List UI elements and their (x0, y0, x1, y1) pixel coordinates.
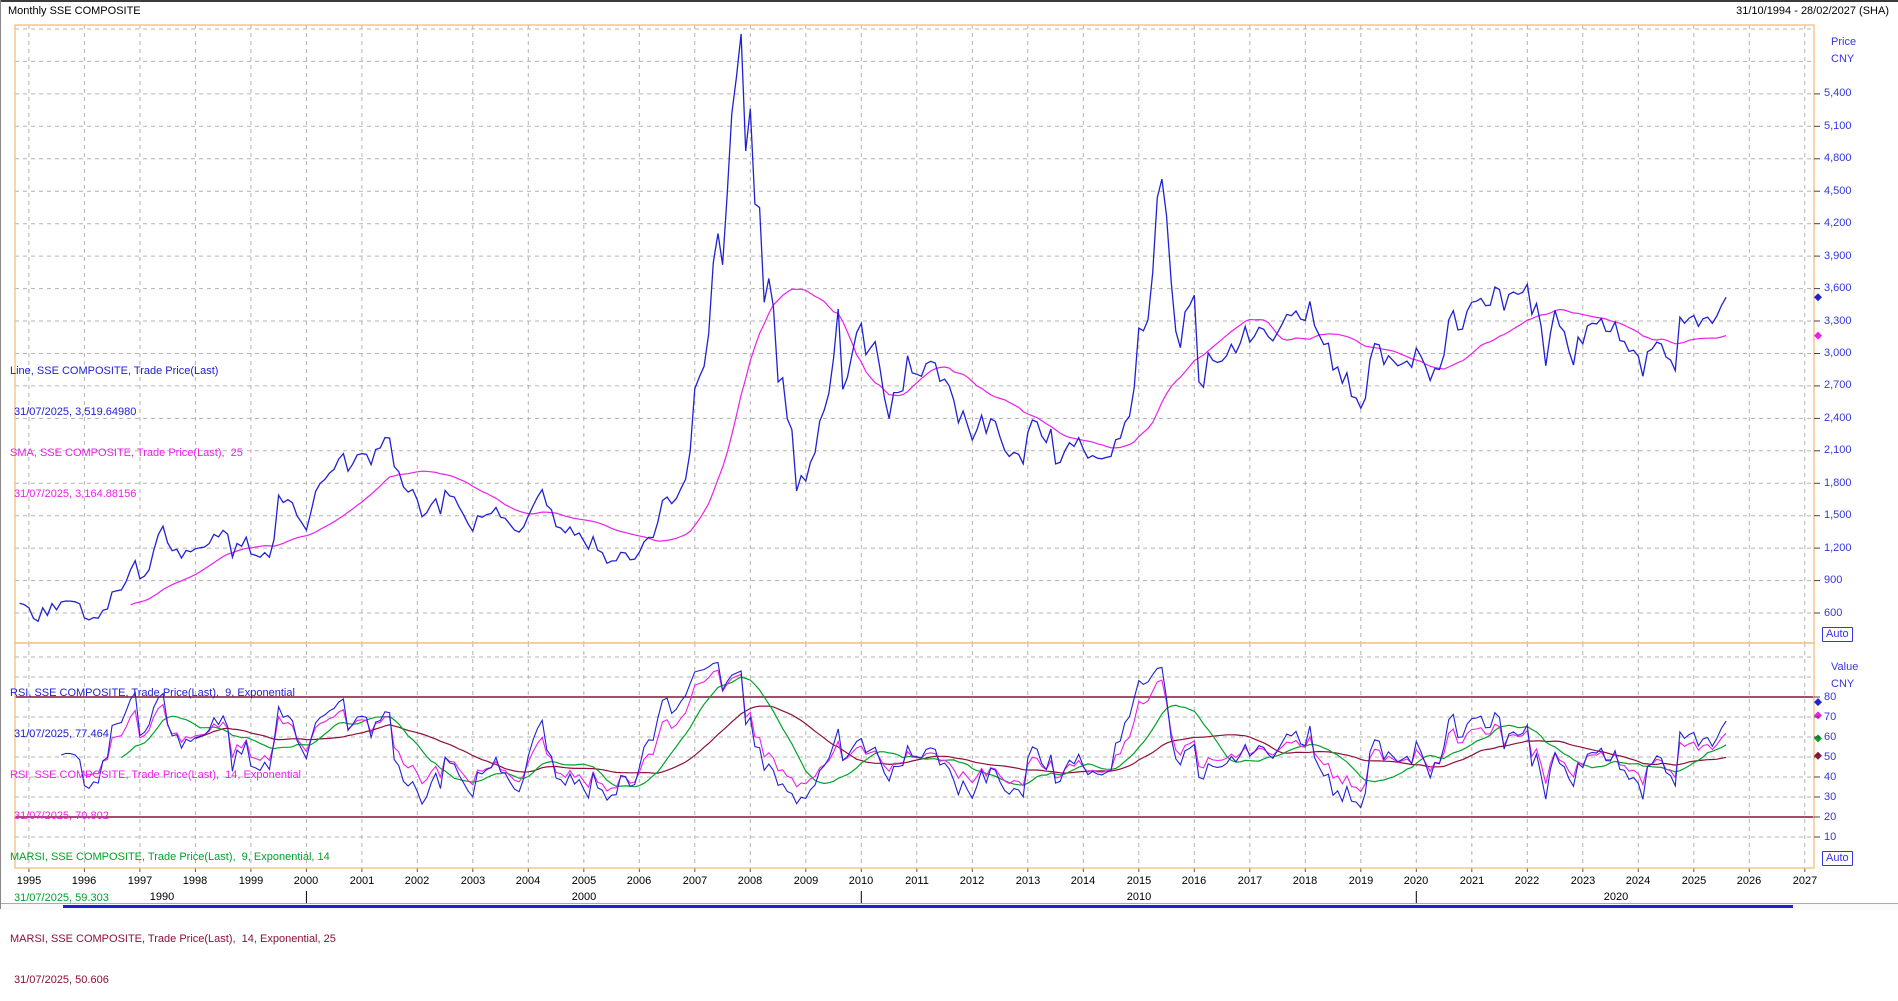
price-axis-auto-button[interactable]: Auto (1822, 627, 1853, 642)
x-axis-year-label: 2012 (960, 875, 984, 887)
marsi14-legend-value: 31/07/2025, 50.606 (10, 972, 336, 989)
x-axis-year-label: 2025 (1682, 875, 1706, 887)
rsi9-legend-name: RSI, SSE COMPOSITE, Trade Price(Last), 9… (10, 685, 336, 702)
x-axis-year-label: 2019 (1349, 875, 1373, 887)
x-axis-year-label: 2013 (1016, 875, 1040, 887)
x-axis-decade-label: 2010 (1127, 891, 1151, 903)
date-range-label: 31/10/1994 - 28/02/2027 (SHA) (1736, 5, 1889, 17)
marsi14-legend-name: MARSI, SSE COMPOSITE, Trade Price(Last),… (10, 931, 336, 948)
price-axis-tick-label: 3,300 (1824, 315, 1852, 328)
x-axis-decade-label: 2020 (1604, 891, 1628, 903)
price-legend-line-value: 31/07/2025, 3,519.64980 (10, 404, 243, 421)
price-axis-tick-label: 3,000 (1824, 347, 1852, 360)
x-axis-year-label: 2024 (1626, 875, 1650, 887)
price-legend: Line, SSE COMPOSITE, Trade Price(Last) 3… (10, 339, 243, 515)
price-legend-line-name: Line, SSE COMPOSITE, Trade Price(Last) (10, 363, 243, 380)
x-axis-year-label: 2017 (1238, 875, 1262, 887)
x-axis-year-label: 2020 (1404, 875, 1428, 887)
chart-title: Monthly SSE COMPOSITE (8, 5, 141, 17)
x-axis-year-label: 2016 (1182, 875, 1206, 887)
x-axis-year-label: 2023 (1571, 875, 1595, 887)
price-axis-tick-label: 1,500 (1824, 509, 1852, 522)
x-axis-year-label: 2014 (1071, 875, 1095, 887)
value-axis-unit: CNY (1831, 678, 1854, 690)
x-axis-year-label: 2004 (516, 875, 540, 887)
price-legend-sma-name: SMA, SSE COMPOSITE, Trade Price(Last), 2… (10, 445, 243, 462)
x-axis-year-label: 2003 (461, 875, 485, 887)
price-axis-tick-label: 5,400 (1824, 87, 1852, 100)
price-axis-tick-label: 4,800 (1824, 152, 1852, 165)
indicator-legend: RSI, SSE COMPOSITE, Trade Price(Last), 9… (10, 661, 336, 1001)
price-axis-tick-label: 2,700 (1824, 379, 1852, 392)
value-axis-tick-label: 40 (1824, 771, 1836, 784)
price-axis-tick-label: 5,100 (1824, 120, 1852, 133)
x-axis-year-label: 2015 (1127, 875, 1151, 887)
x-axis-year-label: 2026 (1737, 875, 1761, 887)
price-axis-tick-label: 3,900 (1824, 250, 1852, 263)
x-axis-year-label: 2005 (572, 875, 596, 887)
x-axis-decade-label: 2000 (572, 891, 596, 903)
price-axis-tick-label: 1,200 (1824, 542, 1852, 555)
value-axis-tick-label: 70 (1824, 711, 1836, 724)
price-axis-title: Price (1831, 36, 1856, 48)
time-scrollbar-thumb[interactable] (63, 905, 1793, 908)
window-left-border (0, 0, 1, 909)
price-axis-unit: CNY (1831, 53, 1854, 65)
value-axis-tick-label: 80 (1824, 691, 1836, 704)
rsi14-legend-value: 31/07/2025, 70.802 (10, 808, 336, 825)
price-legend-sma-value: 31/07/2025, 3,164.88156 (10, 486, 243, 503)
price-axis-tick-label: 4,500 (1824, 185, 1852, 198)
value-axis-tick-label: 20 (1824, 811, 1836, 824)
price-axis-tick-label: 4,200 (1824, 217, 1852, 230)
value-axis-tick-label: 10 (1824, 831, 1836, 844)
price-axis-tick-label: 900 (1824, 574, 1842, 587)
title-bar: Monthly SSE COMPOSITE 31/10/1994 - 28/02… (0, 5, 1898, 21)
x-axis-year-label: 2011 (905, 875, 929, 887)
price-axis-tick-label: 600 (1824, 607, 1842, 620)
x-axis-year-label: 2010 (849, 875, 873, 887)
x-axis-year-label: 2009 (794, 875, 818, 887)
value-axis-tick-label: 50 (1824, 751, 1836, 764)
x-axis-year-label: 2008 (738, 875, 762, 887)
x-axis-year-label: 2001 (350, 875, 374, 887)
value-axis-auto-button[interactable]: Auto (1822, 851, 1853, 866)
window-top-border (0, 0, 1898, 2)
x-axis-year-label: 2018 (1293, 875, 1317, 887)
x-axis-year-label: 2027 (1793, 875, 1817, 887)
rsi14-legend-name: RSI, SSE COMPOSITE, Trade Price(Last), 1… (10, 767, 336, 784)
value-axis-tick-label: 60 (1824, 731, 1836, 744)
value-axis-tick-label: 30 (1824, 791, 1836, 804)
marsi9-legend-name: MARSI, SSE COMPOSITE, Trade Price(Last),… (10, 849, 336, 866)
price-axis-tick-label: 3,600 (1824, 282, 1852, 295)
value-axis-title: Value (1831, 661, 1858, 673)
x-axis-year-label: 2006 (627, 875, 651, 887)
price-axis-tick-label: 2,100 (1824, 444, 1852, 457)
price-axis-tick-label: 2,400 (1824, 412, 1852, 425)
x-axis-year-label: 2022 (1515, 875, 1539, 887)
x-axis-year-label: 2007 (683, 875, 707, 887)
x-axis-year-label: 2021 (1460, 875, 1484, 887)
price-axis-tick-label: 1,800 (1824, 477, 1852, 490)
x-axis-year-label: 2002 (405, 875, 429, 887)
rsi9-legend-value: 31/07/2025, 77.464 (10, 726, 336, 743)
